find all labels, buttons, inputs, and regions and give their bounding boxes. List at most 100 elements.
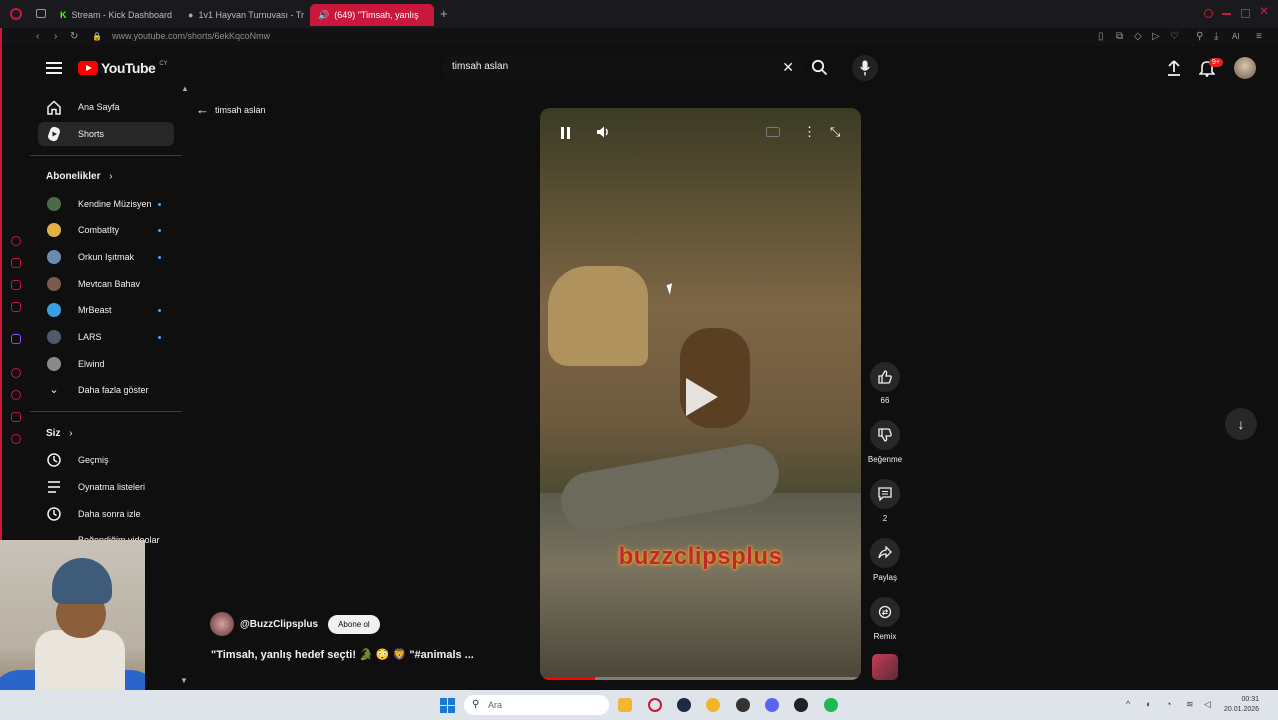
url-field[interactable]: www.youtube.com/shorts/6ekKqcoNmw [112,31,270,41]
tray-wifi-icon[interactable]: ≋ [1186,699,1194,710]
heart-icon[interactable]: ♡ [1170,31,1179,43]
start-windows-icon[interactable] [440,698,455,713]
rail-settings-icon[interactable] [11,434,21,444]
clear-search-icon[interactable]: ✕ [782,59,794,76]
sidebar-item-shorts[interactable]: Shorts [38,122,174,146]
share-button[interactable] [870,538,900,568]
more-options-icon[interactable]: ⋮ [803,124,816,140]
tray-volume-icon[interactable]: ◁ [1204,699,1211,710]
subscriptions-header[interactable]: Abonelikler › [46,171,113,182]
sidebar-scroll-up-icon[interactable]: ▲ [181,84,189,93]
new-tab-icon[interactable]: + [440,6,448,21]
sidebar-item-subscription[interactable]: CombatIty [38,218,174,242]
guide-menu-icon[interactable] [46,62,62,74]
rail-clock-icon[interactable] [11,368,21,378]
like-button[interactable] [870,362,900,392]
subscription-label: Orkun Işıtmak [78,252,135,262]
youtube-logo[interactable]: YouTube CY [78,60,168,76]
search-query-text[interactable]: timsah aslan [452,61,508,72]
play-overlay-icon[interactable] [686,378,718,416]
sidebar-item-subscription[interactable]: Orkun Işıtmak [38,245,174,269]
minimize-icon[interactable] [1222,13,1231,15]
account-avatar[interactable] [1234,57,1256,79]
comments-button[interactable] [870,479,900,509]
rail-player-icon[interactable] [11,390,21,400]
sidebar-item-subscription[interactable]: LARS [38,325,174,349]
opera-gx-icon[interactable] [648,698,662,712]
obs-icon[interactable] [736,698,750,712]
tab-youtube-shorts[interactable]: 🔊 (649) "Timsah, yanlış [310,4,434,26]
tray-app-icon[interactable]: ◐ [1146,699,1151,709]
subscription-label: Mevtcan Bahav [78,279,141,289]
opera-logo-icon[interactable] [10,8,22,20]
workspaces-icon[interactable] [36,9,46,18]
back-nav-icon[interactable]: ‹ [36,31,39,43]
tray-network-icon[interactable]: ◔ [1166,699,1171,709]
app-icon[interactable] [794,698,808,712]
sidebar-item-subscription[interactable]: Elwind [38,352,174,376]
channel-avatar [47,330,61,344]
chrome-icon[interactable] [706,698,720,712]
rail-pinboard-icon[interactable] [11,280,21,290]
file-explorer-icon[interactable] [618,698,632,712]
discord-icon[interactable] [765,698,779,712]
subscription-label: MrBeast [78,305,112,315]
bookmark-icon[interactable]: ▯ [1098,31,1104,43]
sidebar-item-show-more[interactable]: ⌄ Daha fazla göster [38,378,174,402]
rail-history-icon[interactable] [11,236,21,246]
create-upload-icon[interactable] [1166,60,1182,76]
search-icon[interactable] [811,59,828,76]
taskbar-clock[interactable]: 00:31 20.01.2026 [1224,695,1259,715]
menu-icon[interactable]: ≡ [1256,31,1262,43]
tab-kick-dashboard[interactable]: K Stream - Kick Dashboard [52,4,178,26]
sidebar-scroll-down-icon[interactable]: ▼ [180,676,188,685]
back-to-search[interactable]: ← timsah aslan [196,102,266,117]
subscribe-button[interactable]: Abone ol [328,614,380,634]
video-title[interactable]: "Timsah, yanlış hedef seçti! 🐊 😳 🦁 "#ani… [211,648,474,661]
ai-icon[interactable]: AI [1232,31,1240,43]
sidebar-item-watch-later[interactable]: Daha sonra izle [38,502,174,526]
sidebar-item-history[interactable]: Geçmiş [38,448,174,472]
shield-icon[interactable]: ◇ [1134,31,1142,43]
browser-tab-bar: K Stream - Kick Dashboard ● 1v1 Hayvan T… [0,0,1278,28]
forward-nav-icon[interactable]: › [54,31,57,43]
chat-icon: ● [188,10,194,20]
tray-chevron-icon[interactable]: ^ [1126,699,1130,709]
pause-button[interactable] [560,127,571,139]
sidebar-item-subscription[interactable]: Kendine Müzisyen [38,192,174,216]
rail-messenger-icon[interactable] [11,412,21,422]
shorts-video-player[interactable]: buzzclipsplus ⋮ ⤡ [540,108,861,680]
maximize-icon[interactable] [1241,9,1250,18]
sidebar-item-playlists[interactable]: Oynatma listeleri [38,475,174,499]
sidebar-item-home[interactable]: Ana Sayfa [38,95,174,119]
reload-icon[interactable]: ↻ [70,31,78,43]
sound-thumbnail[interactable] [872,654,898,680]
video-progress-bar[interactable] [540,677,861,680]
remix-button[interactable] [870,597,900,627]
download-icon[interactable]: ⤓ [1214,31,1218,43]
channel-name[interactable]: @BuzzClipsplus [240,619,318,630]
play-icon[interactable]: ▷ [1152,31,1160,43]
captions-icon[interactable] [766,127,780,137]
taskbar-search-input[interactable]: ⚲ Ara [464,695,609,715]
search-tabs-icon[interactable] [1204,9,1213,18]
dislike-button[interactable] [870,420,900,450]
spotify-icon[interactable] [824,698,838,712]
steam-icon[interactable] [677,698,691,712]
fullscreen-icon[interactable]: ⤡ [830,124,840,140]
you-header[interactable]: Siz › [46,428,73,439]
snapshot-icon[interactable]: ⧉ [1116,31,1123,43]
volume-button[interactable] [596,125,610,142]
search-input[interactable]: timsah aslan ✕ [442,55,804,81]
rail-twitch-icon[interactable] [11,334,21,344]
sidebar-item-subscription[interactable]: Mevtcan Bahav [38,272,174,296]
close-window-icon[interactable]: ✕ [1259,4,1269,18]
tab-hayvan-turnuvasi[interactable]: ● 1v1 Hayvan Turnuvası - Tr [180,4,308,26]
voice-search-button[interactable] [852,55,878,81]
sidebar-item-subscription[interactable]: MrBeast [38,298,174,322]
extensions-icon[interactable]: ⚲ [1196,31,1203,43]
rail-wallet-icon[interactable] [11,302,21,312]
channel-avatar[interactable] [210,612,234,636]
rail-bookmarks-icon[interactable] [11,258,21,268]
next-short-button[interactable]: ↓ [1225,408,1257,440]
